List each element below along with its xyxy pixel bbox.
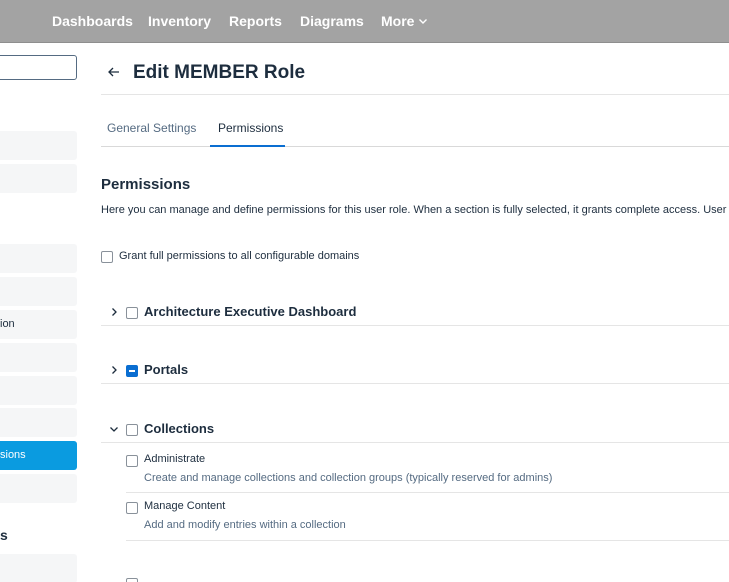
- sidebar-item[interactable]: [0, 408, 77, 437]
- section-title: Permissions: [101, 176, 191, 193]
- nav-item-diagrams[interactable]: Diagrams: [300, 13, 364, 29]
- divider: [101, 442, 729, 443]
- permission-name: Administrate: [144, 453, 206, 465]
- permission-description: Create and manage collections and collec…: [144, 472, 553, 484]
- sidebar-item[interactable]: [0, 244, 77, 273]
- section-description: Here you can manage and define permissio…: [101, 204, 727, 216]
- group-checkbox[interactable]: [126, 307, 138, 319]
- sidebar-group-label: s: [0, 527, 8, 543]
- group-title: Collections: [144, 421, 215, 436]
- nav-more-label: More: [381, 13, 415, 29]
- sidebar-item[interactable]: [0, 343, 77, 372]
- chevron-right-icon[interactable]: [109, 365, 119, 375]
- permission-name: Manage Content: [144, 500, 226, 512]
- divider: [101, 146, 729, 147]
- group-checkbox[interactable]: [126, 578, 138, 582]
- sidebar-item-permissions[interactable]: sions: [0, 441, 77, 470]
- sidebar-item[interactable]: [0, 474, 77, 503]
- sidebar-item[interactable]: [0, 131, 77, 160]
- back-arrow-icon[interactable]: [106, 64, 122, 80]
- sidebar-item[interactable]: [0, 376, 77, 405]
- divider: [126, 492, 729, 493]
- nav-item-reports[interactable]: Reports: [229, 13, 282, 29]
- chevron-down-icon[interactable]: [109, 424, 119, 434]
- nav-item-inventory[interactable]: Inventory: [148, 13, 211, 29]
- top-navigation-bar: Dashboards Inventory Reports Diagrams Mo…: [0, 0, 729, 43]
- divider: [126, 540, 729, 541]
- grant-all-label: Grant full permissions to all configurab…: [119, 250, 360, 262]
- divider: [101, 383, 729, 384]
- tab-general-settings[interactable]: General Settings: [107, 121, 196, 135]
- group-title: Portals: [144, 362, 189, 377]
- chevron-down-icon: [419, 19, 428, 24]
- permission-checkbox-administrate[interactable]: [126, 455, 138, 467]
- sidebar-item[interactable]: [0, 277, 77, 306]
- sidebar-search-input[interactable]: [0, 55, 77, 80]
- group-title: Architecture Executive Dashboard: [144, 304, 357, 319]
- tab-permissions[interactable]: Permissions: [218, 121, 283, 135]
- permission-checkbox-manage-content[interactable]: [126, 502, 138, 514]
- permission-description: Add and modify entries within a collecti…: [144, 519, 346, 531]
- divider: [101, 325, 729, 326]
- sidebar-item[interactable]: [0, 164, 77, 193]
- grant-all-checkbox[interactable]: [101, 251, 113, 263]
- group-checkbox-partial[interactable]: [126, 365, 138, 377]
- nav-item-dashboards[interactable]: Dashboards: [52, 13, 133, 29]
- nav-item-more[interactable]: More: [381, 13, 428, 29]
- group-checkbox[interactable]: [126, 424, 138, 436]
- page-title: Edit MEMBER Role: [133, 62, 306, 83]
- divider: [101, 94, 729, 95]
- chevron-right-icon[interactable]: [109, 307, 119, 317]
- active-tab-indicator: [210, 145, 285, 147]
- sidebar-item[interactable]: ion: [0, 310, 77, 339]
- sidebar-item[interactable]: [0, 554, 77, 582]
